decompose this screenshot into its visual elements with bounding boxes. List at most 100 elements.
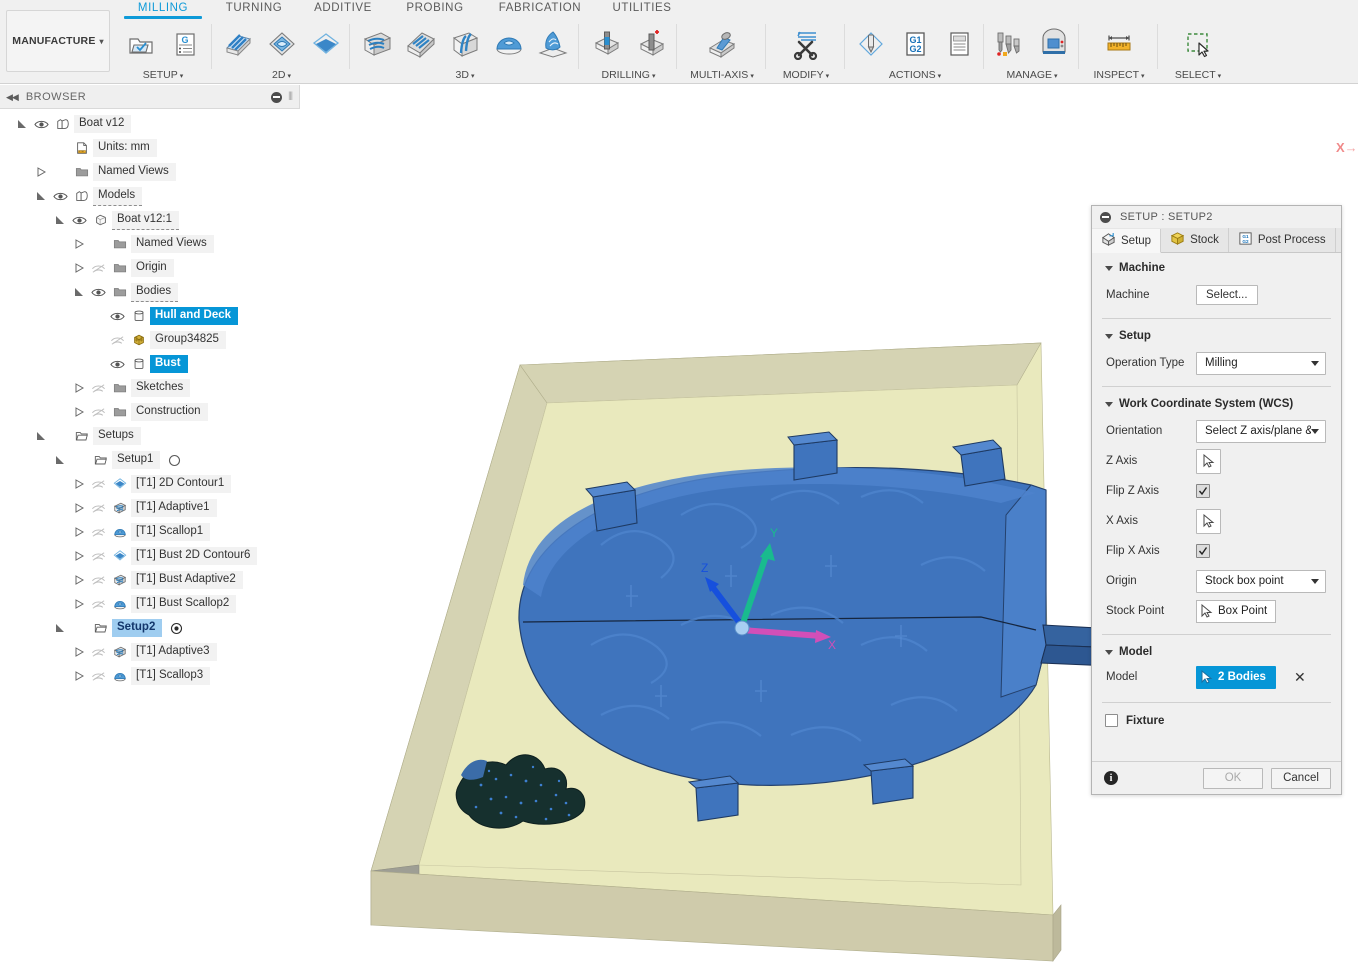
ribbon-tab-milling[interactable]: MILLING (124, 2, 202, 19)
tool-library-icon[interactable] (989, 23, 1031, 65)
group-model[interactable]: Model (1092, 637, 1341, 664)
tree-row[interactable]: Bust (0, 352, 300, 376)
tree-row[interactable]: [T1] Bust Scallop2 (0, 592, 300, 616)
eye-visible-icon[interactable] (49, 187, 71, 205)
flip-x-checkbox[interactable] (1196, 544, 1210, 558)
tree-row[interactable]: Named Views (0, 160, 300, 184)
eye-hidden-icon[interactable] (87, 259, 109, 277)
tree-item-label[interactable]: Setups (93, 427, 141, 445)
cancel-button[interactable]: Cancel (1271, 767, 1331, 789)
tree-item-label[interactable]: Boat v12:1 (112, 210, 179, 230)
ribbon-tab-fabrication[interactable]: FABRICATION (490, 2, 590, 14)
eye-visible-icon[interactable] (106, 355, 128, 373)
tree-item-label[interactable]: Group34825 (150, 331, 226, 349)
setup-sheet-icon[interactable] (938, 23, 980, 65)
eye-hidden-icon[interactable] (87, 475, 109, 493)
tree-row[interactable]: Origin (0, 256, 300, 280)
tree-expand-arrow-expanded[interactable] (71, 283, 87, 301)
machine-select-button[interactable]: Select... (1196, 285, 1258, 305)
tree-expand-arrow-expanded[interactable] (52, 619, 68, 637)
tree-item-label[interactable]: Models (93, 186, 143, 206)
2d-pocket-icon[interactable] (261, 23, 303, 65)
ribbon-tab-probing[interactable]: PROBING (396, 2, 474, 14)
ok-button[interactable]: OK (1203, 767, 1263, 789)
eye-visible-icon[interactable] (87, 283, 109, 301)
tree-expand-arrow-collapsed[interactable] (71, 667, 87, 685)
tree-row[interactable]: Sketches (0, 376, 300, 400)
measure-ruler-icon[interactable] (1098, 23, 1140, 65)
eye-hidden-icon[interactable] (87, 499, 109, 517)
tree-row[interactable]: Boat v12:1 (0, 208, 300, 232)
parallel-icon[interactable] (444, 23, 486, 65)
tree-expand-arrow-collapsed[interactable] (71, 235, 87, 253)
tree-item-label[interactable]: [T1] Adaptive1 (131, 499, 217, 517)
tree-row[interactable]: [T1] Scallop1 (0, 520, 300, 544)
tree-row[interactable]: [T1] Adaptive3 (0, 640, 300, 664)
tree-expand-arrow-collapsed[interactable] (71, 571, 87, 589)
tree-expand-arrow-expanded[interactable] (33, 187, 49, 205)
setup-dialog-header[interactable]: SETUP : SETUP2 (1092, 206, 1341, 228)
tree-expand-arrow-expanded[interactable] (52, 451, 68, 469)
tree-expand-arrow-collapsed[interactable] (71, 475, 87, 493)
scissors-trim-icon[interactable] (785, 23, 827, 65)
tree-row[interactable]: [T1] 2D Contour1 (0, 472, 300, 496)
eye-visible-icon[interactable] (68, 211, 90, 229)
origin-dropdown[interactable]: Stock box point (1196, 569, 1326, 593)
tree-row[interactable]: Setup1 (0, 448, 300, 472)
tab-post-process[interactable]: G1 G2 Post Process (1229, 228, 1336, 252)
circle-dot-icon[interactable] (167, 619, 185, 637)
minimize-circle-icon[interactable] (1100, 211, 1111, 223)
tree-expand-arrow-collapsed[interactable] (71, 499, 87, 517)
tree-item-label[interactable]: Bust (150, 355, 188, 373)
face-icon[interactable] (217, 23, 259, 65)
tree-item-label[interactable]: Setup2 (112, 619, 163, 637)
tree-expand-arrow-collapsed[interactable] (71, 379, 87, 397)
group-wcs[interactable]: Work Coordinate System (WCS) (1092, 389, 1341, 416)
tree-item-label[interactable]: [T1] Scallop3 (131, 667, 211, 685)
orientation-dropdown[interactable]: Select Z axis/plane & ... (1196, 419, 1326, 443)
eye-hidden-icon[interactable] (87, 667, 109, 685)
group-fixture[interactable]: Fixture (1092, 705, 1341, 736)
setup-dialog[interactable]: SETUP : SETUP2 Setup Stock G1 G2 Post Pro… (1091, 205, 1342, 795)
window-select-icon[interactable] (1177, 23, 1219, 65)
eye-hidden-icon[interactable] (87, 571, 109, 589)
stock-point-select-button[interactable]: Box Point (1196, 599, 1277, 623)
spiral-icon[interactable] (532, 23, 574, 65)
eye-hidden-icon[interactable] (87, 403, 109, 421)
tree-row[interactable]: Units: mm (0, 136, 300, 160)
tree-item-label[interactable]: [T1] 2D Contour1 (131, 475, 232, 493)
eye-hidden-icon[interactable] (87, 643, 109, 661)
eye-hidden-icon[interactable] (87, 547, 109, 565)
eye-hidden-icon[interactable] (106, 331, 128, 349)
tree-expand-arrow-collapsed[interactable] (71, 547, 87, 565)
tree-row[interactable]: Group34825 (0, 328, 300, 352)
drill-icon[interactable] (586, 23, 628, 65)
tree-row[interactable]: [T1] Bust 2D Contour6 (0, 544, 300, 568)
tab-setup[interactable]: Setup (1092, 229, 1162, 253)
model-selection-button[interactable]: 2 Bodies (1196, 665, 1276, 689)
bore-icon[interactable] (630, 23, 672, 65)
post-process-g1-g2-icon[interactable]: G1 G2 (894, 23, 936, 65)
tree-row[interactable]: [T1] Adaptive1 (0, 496, 300, 520)
workspace-selector[interactable]: MANUFACTURE ▾ (6, 10, 110, 72)
tree-row[interactable]: [T1] Scallop3 (0, 664, 300, 688)
tree-row[interactable]: Hull and Deck (0, 304, 300, 328)
tree-item-label[interactable]: [T1] Bust 2D Contour6 (131, 547, 258, 565)
2d-contour-icon[interactable] (305, 23, 347, 65)
adaptive-clearing-icon[interactable] (356, 23, 398, 65)
tree-expand-arrow-collapsed[interactable] (71, 523, 87, 541)
tree-item-label[interactable]: [T1] Bust Adaptive2 (131, 571, 243, 589)
tree-row[interactable]: Named Views (0, 232, 300, 256)
tree-row[interactable]: Setup2 (0, 616, 300, 640)
tree-expand-arrow-collapsed[interactable] (71, 595, 87, 613)
tree-item-label[interactable]: Named Views (131, 235, 214, 253)
tree-item-label[interactable]: Boat v12 (74, 115, 132, 133)
tree-row[interactable]: Setups (0, 424, 300, 448)
machine-library-icon[interactable] (1033, 23, 1075, 65)
tree-item-label[interactable]: [T1] Scallop1 (131, 523, 211, 541)
eye-hidden-icon[interactable] (87, 379, 109, 397)
tree-expand-arrow-expanded[interactable] (14, 115, 30, 133)
ribbon-tab-turning[interactable]: TURNING (215, 2, 293, 14)
tree-item-label[interactable]: Origin (131, 259, 174, 277)
eye-hidden-icon[interactable] (87, 595, 109, 613)
